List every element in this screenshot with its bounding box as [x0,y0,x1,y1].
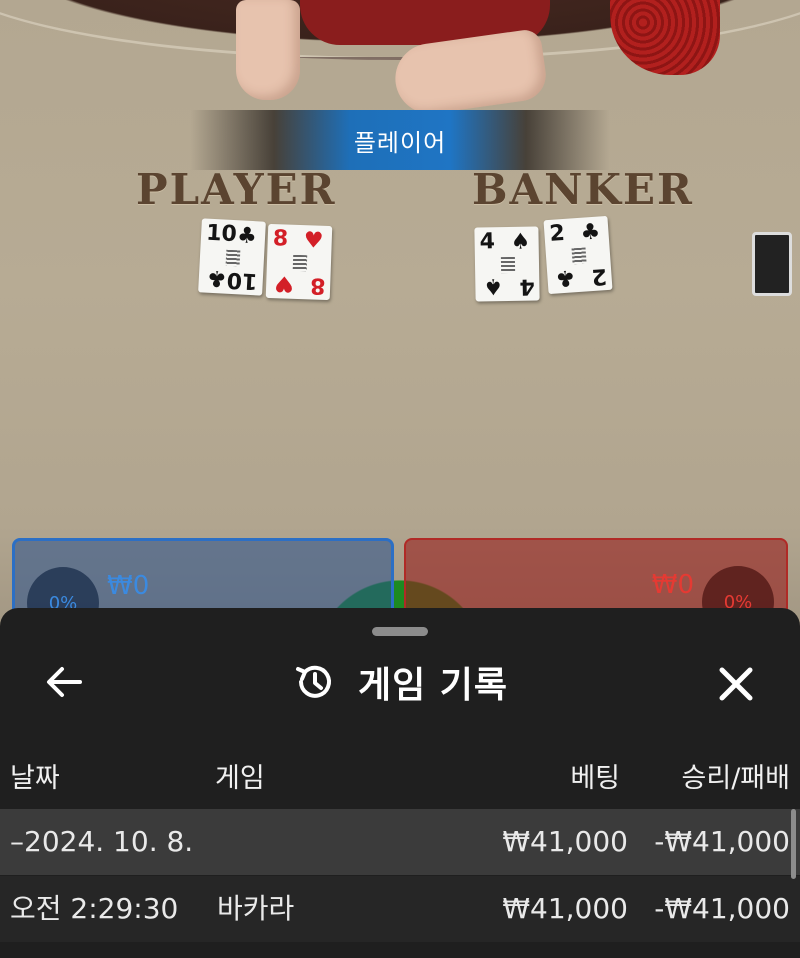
close-button[interactable] [710,658,762,710]
player-bet-amount: ₩0 [107,571,150,601]
date-group-label: –2024. 10. 8. [10,825,194,858]
heart-suit-icon: ♥ [303,228,324,254]
dealer-sleeve [610,0,720,75]
table-row[interactable]: 오전 2:29:30 바카라 ₩41,000 -₩41,000 [0,876,800,942]
card-barcode [292,254,308,272]
card-rank: 8 [309,272,326,298]
club-suit-icon: ♣ [206,264,228,291]
column-header-date[interactable]: 날짜 [10,756,60,795]
player-card-2: 8 ♥ ♥ 8 [265,223,333,301]
player-zone-label: PLAYER [136,165,337,214]
entry-time: 오전 2:29:30 [10,892,179,925]
card-rank: 4 [518,273,535,299]
banker-zone-label: BANKER [472,165,694,214]
date-group-row[interactable]: –2024. 10. 8. ₩41,000 -₩41,000 [0,809,800,875]
close-icon [719,667,753,701]
result-banner: 플레이어 [190,110,610,170]
card-rank: 8 [272,226,289,252]
column-header-result[interactable]: 승리/패배 [682,756,790,795]
heart-suit-icon: ♥ [273,270,295,296]
column-header-bet[interactable]: 베팅 [570,756,620,795]
sheet-drag-handle[interactable] [372,627,428,636]
banker-card-2: 2 ♣ ♣ 2 [543,215,613,295]
club-suit-icon: ♣ [236,223,258,250]
scrollbar[interactable] [791,809,796,879]
card-barcode [225,249,241,267]
column-header-game[interactable]: 게임 [215,756,265,795]
card-rank: 10 [226,266,259,294]
spade-suit-icon: ♠ [483,273,504,299]
spade-suit-icon: ♠ [510,229,531,255]
date-group-bet: ₩41,000 [502,825,628,858]
entry-result: -₩41,000 [654,892,790,925]
card-barcode [571,247,587,265]
club-suit-icon: ♣ [554,264,577,291]
card-rank: 2 [590,263,608,290]
sheet-title: 게임 기록 [357,665,508,706]
club-suit-icon: ♣ [579,219,602,246]
entry-bet: ₩41,000 [502,892,628,925]
result-banner-text: 플레이어 [353,128,447,157]
player-card-1: 10 ♣ ♣ 10 [198,218,266,296]
game-history-sheet: 게임 기록 날짜 게임 베팅 승리/패배 –2024. 10. 8. ₩41,0… [0,608,800,958]
date-group-result: -₩41,000 [654,825,790,858]
card-rank: 2 [548,220,566,247]
banker-card-1: 4 ♠ ♠ 4 [474,226,540,302]
sheet-header: 게임 기록 [0,656,800,708]
banker-bet-amount: ₩0 [651,570,694,600]
card-shoe [752,232,792,296]
dealer-left-hand [236,0,300,100]
card-rank: 10 [205,220,238,248]
history-icon [292,660,336,704]
entry-game: 바카라 [217,892,295,925]
card-barcode [500,256,516,274]
card-rank: 4 [479,229,496,255]
